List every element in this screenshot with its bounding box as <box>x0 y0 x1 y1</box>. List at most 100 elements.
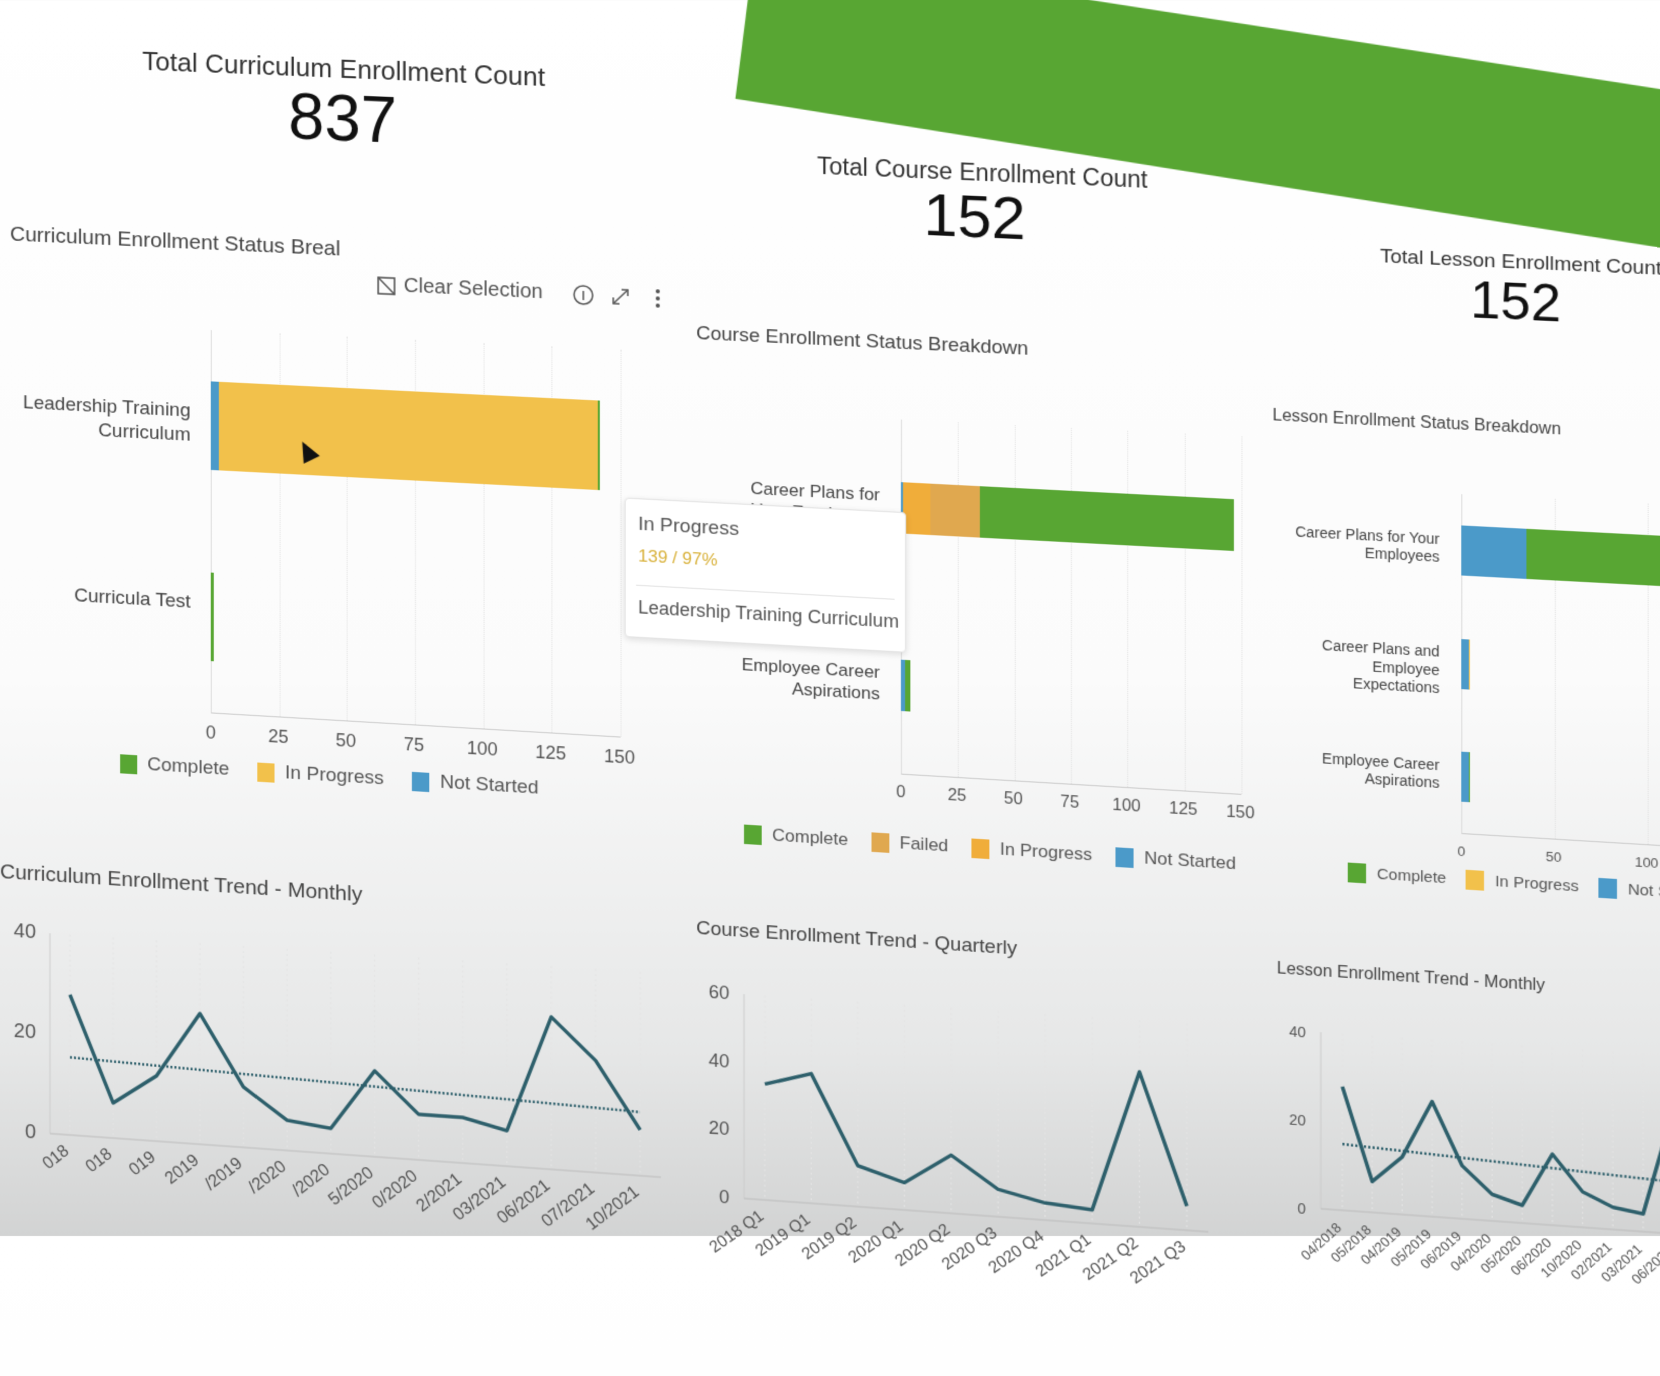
course-status-legend: Complete Failed In Progress Not Started <box>744 824 1236 875</box>
legend-swatch <box>257 762 275 783</box>
bar-segment-not-started[interactable] <box>1461 638 1469 690</box>
legend-label: Failed <box>899 833 949 856</box>
category-label: Leadership Training Curriculum <box>23 392 191 446</box>
bar-segment-in-progress[interactable] <box>903 482 931 536</box>
legend-item-not-started[interactable]: Not Started <box>1115 846 1236 874</box>
more-vertical-icon[interactable] <box>646 286 669 309</box>
legend-label: In Progress <box>1000 839 1093 865</box>
x-tick-label: 0/2020 <box>368 1166 421 1212</box>
data-point <box>855 1162 861 1169</box>
data-point <box>1489 1191 1496 1198</box>
legend-item-in-progress[interactable]: In Progress <box>257 761 384 791</box>
grid-line <box>958 422 960 778</box>
expand-icon[interactable] <box>609 284 632 307</box>
data-point <box>460 1114 466 1121</box>
data-point <box>593 1057 599 1064</box>
x-tick-label: 75 <box>1060 793 1080 813</box>
x-tick-label: 0 <box>1457 843 1466 860</box>
lesson-trend-title: Lesson Enrollment Trend - Monthly <box>1276 959 1546 995</box>
data-point <box>637 1127 643 1134</box>
bar-segment-complete[interactable] <box>1468 751 1471 803</box>
data-point <box>1339 1083 1345 1090</box>
bar-segment-complete[interactable] <box>905 659 910 712</box>
x-tick-label: 5/2020 <box>324 1163 377 1209</box>
x-tick-label: 0 <box>205 722 216 743</box>
x-tick-label: 25 <box>268 725 289 748</box>
grid-line <box>1184 433 1186 791</box>
legend-item-complete[interactable]: Complete <box>120 752 229 781</box>
course-trend-chart: 2018 Q1 2019 Q1 2019 Q2 2020 Q1 2020 Q2 2020 … <box>702 982 1229 1331</box>
legend-label: Not Started <box>1627 880 1660 904</box>
y-tick-label: 0 <box>1297 1200 1306 1217</box>
bar-segment-complete[interactable] <box>1525 528 1660 590</box>
kpi-lesson-enrollment: Total Lesson Enrollment Count 152 <box>1380 246 1660 336</box>
info-icon[interactable] <box>572 283 595 306</box>
category-label: Career Plans and Employee Expectations <box>1321 636 1440 697</box>
legend-item-in-progress[interactable]: In Progress <box>971 837 1093 865</box>
bar-segment-complete[interactable] <box>210 572 214 662</box>
bar-row[interactable] <box>900 659 910 712</box>
data-point <box>240 1084 246 1090</box>
data-point <box>284 1117 290 1123</box>
category-label: Curricula Test <box>74 585 191 613</box>
bar-segment-not-started[interactable] <box>210 381 219 471</box>
data-point <box>995 1186 1001 1193</box>
tooltip-category: Leadership Training Curriculum <box>638 597 899 632</box>
line-chart-svg: 2018 Q12019 Q12019 Q22020 Q12020 Q22020 … <box>706 982 1229 1288</box>
line-chart-svg: 018 018 019 2019/2019/2020/20205/20200/2020… <box>14 920 682 1234</box>
legend-swatch <box>871 831 890 853</box>
legend-label: In Progress <box>284 762 384 790</box>
clear-selection-label: Clear Selection <box>403 274 543 304</box>
lesson-status-title: Lesson Enrollment Status Breakdown <box>1272 406 1562 439</box>
bar-segment-failed[interactable] <box>930 483 980 538</box>
y-tick-label: 0 <box>25 1121 36 1144</box>
bar-segment-not-started[interactable] <box>1461 525 1526 580</box>
y-tick-label: 40 <box>709 1050 730 1072</box>
legend-swatch <box>412 771 430 792</box>
x-tick-label: 100 <box>1112 796 1141 816</box>
x-axis <box>744 1198 1208 1231</box>
bar-row[interactable] <box>1461 638 1471 690</box>
x-tick-label: 25 <box>947 786 967 806</box>
data-point <box>1459 1162 1466 1169</box>
legend-swatch <box>1347 862 1367 884</box>
legend-label: In Progress <box>1495 872 1579 896</box>
clear-selection-button[interactable]: Clear Selection <box>375 273 543 304</box>
legend-label: Complete <box>147 753 230 780</box>
legend-item-not-started[interactable]: Not Started <box>1598 877 1660 905</box>
legend-item-not-started[interactable]: Not Started <box>412 770 539 800</box>
bar-row[interactable] <box>210 572 214 662</box>
dashboard: Total Curriculum Enrollment Count 837 To… <box>0 0 1660 1366</box>
legend-swatch <box>1465 869 1485 891</box>
data-point <box>1184 1203 1190 1210</box>
y-tick-label: 60 <box>709 982 730 1004</box>
y-tick-label: 20 <box>709 1118 730 1140</box>
curriculum-status-chart: 0 25 50 75 100 125 150 Leadership Training Curr… <box>20 321 640 779</box>
curriculum-trend-title: Curriculum Enrollment Trend - Monthly <box>0 860 363 907</box>
legend-item-failed[interactable]: Failed <box>871 831 948 856</box>
bar-row[interactable] <box>1461 751 1471 803</box>
legend-label: Not Started <box>1144 848 1237 874</box>
legend-swatch <box>1598 877 1617 899</box>
x-tick-label: 125 <box>1169 799 1198 820</box>
tooltip-divider <box>636 584 895 600</box>
x-tick-label: 019 <box>125 1147 159 1179</box>
bar-segment-not-started[interactable] <box>1461 751 1469 802</box>
legend-item-complete[interactable]: Complete <box>744 824 848 851</box>
grid-line <box>1070 427 1072 784</box>
x-tick-label: 125 <box>535 741 567 764</box>
grid-line <box>620 349 622 737</box>
lesson-trend-chart: 04/2018 05/2018 04/2019 05/2019 06/2019 04/20… <box>1278 1023 1660 1341</box>
series-line <box>1342 1087 1660 1221</box>
data-point <box>1610 1204 1617 1211</box>
data-point <box>416 1111 422 1118</box>
x-tick-label: 100 <box>466 737 498 760</box>
bar-segment-complete[interactable] <box>597 400 601 491</box>
data-point <box>1042 1200 1048 1207</box>
bar-segment-in-progress[interactable] <box>1468 638 1471 690</box>
x-tick-label: 50 <box>335 729 357 752</box>
tooltip-series: In Progress <box>638 513 739 541</box>
data-point <box>67 992 73 998</box>
x-tick-label: 50 <box>1003 790 1023 809</box>
y-tick-label: 20 <box>14 1020 36 1044</box>
